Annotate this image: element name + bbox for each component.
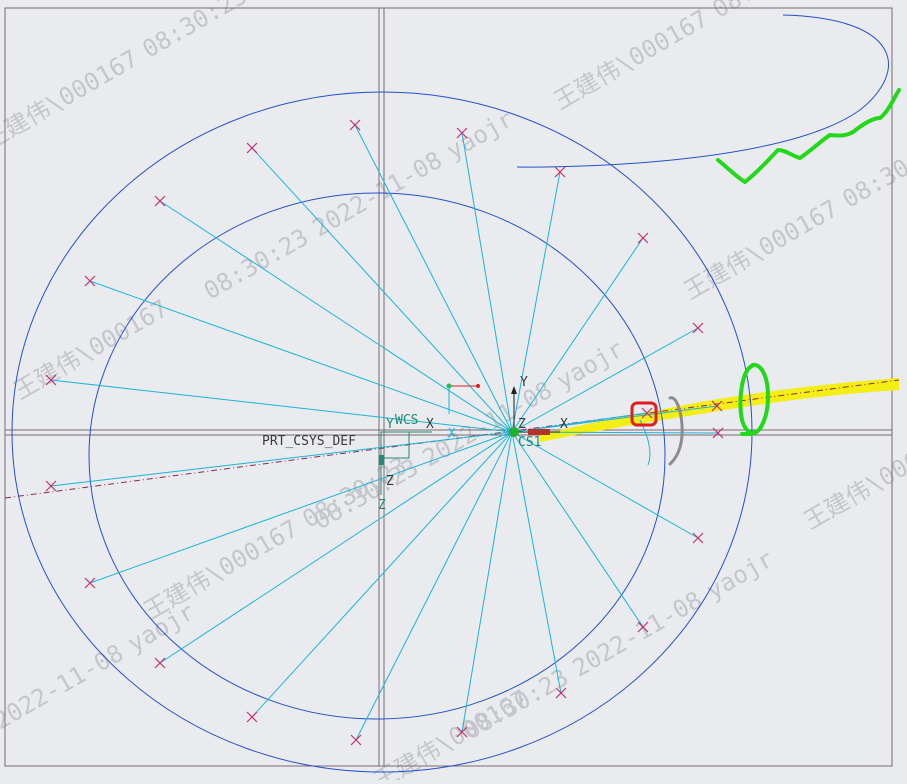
cs1-z-label: Z	[518, 417, 526, 432]
spoke-line[interactable]	[511, 431, 562, 694]
inner-circle[interactable]	[88, 192, 666, 720]
watermark-text: 2022-11-08yaojr	[0, 598, 199, 736]
x-cross-icon[interactable]	[154, 657, 166, 669]
short-arc-segment[interactable]	[639, 419, 651, 466]
x-cross-icon[interactable]	[154, 195, 166, 207]
watermark-text: 王建伟\00016708:30:23	[139, 452, 412, 626]
x-cross-icon[interactable]	[246, 142, 258, 154]
prt-csys-def-label[interactable]: PRT_CSYS_DEF	[262, 434, 356, 449]
spoke-line[interactable]	[89, 431, 513, 584]
cs1-y-label: Y	[520, 375, 528, 390]
spoke-line[interactable]	[159, 200, 513, 433]
x-cross-icon[interactable]	[554, 166, 566, 178]
wcs-z-label: Z	[378, 498, 386, 513]
spoke-line[interactable]	[461, 431, 513, 733]
cs1-label: CS1	[518, 435, 541, 450]
wcs-x-axis-label: X	[448, 426, 456, 440]
wcs-label: WCS	[395, 413, 418, 428]
x-cross-icon[interactable]	[692, 532, 704, 544]
wcs-x-label: X	[426, 417, 434, 432]
spoke-line[interactable]	[511, 431, 644, 628]
wcs-y-label: Y	[386, 417, 394, 432]
watermark-text: 王建伟\00016708:30:23	[0, 0, 252, 155]
x-cross-icon[interactable]	[350, 734, 362, 746]
watermark-text: 王建伟\00016708:30:23	[679, 132, 907, 306]
cs1-x-label: X	[560, 417, 568, 432]
green-zigzag-annotation	[716, 88, 901, 184]
x-cross-icon[interactable]	[692, 322, 704, 334]
x-cross-icon[interactable]	[84, 577, 96, 589]
drag-handle-widget[interactable]	[446, 383, 481, 415]
watermark-text: 王建伟\000167	[799, 424, 907, 535]
x-cross-icon[interactable]	[637, 232, 649, 244]
spoke-line[interactable]	[50, 379, 513, 433]
watermark-text: 王建伟\000167	[9, 294, 173, 405]
x-cross-icon[interactable]	[349, 119, 361, 131]
prt-z-label: Z	[386, 474, 394, 489]
spoke-line[interactable]	[461, 132, 513, 433]
x-cross-icon[interactable]	[84, 275, 96, 287]
watermark-text: 08:30:232022-11-08yaojr	[199, 105, 518, 305]
model-graphics-viewport[interactable]: 王建伟\00016708:30:23 王建伟\00016708:30:23 08…	[0, 0, 907, 784]
watermark-text: 王建伟\00016708:30:23	[549, 0, 822, 115]
x-cross-icon[interactable]	[246, 711, 258, 723]
